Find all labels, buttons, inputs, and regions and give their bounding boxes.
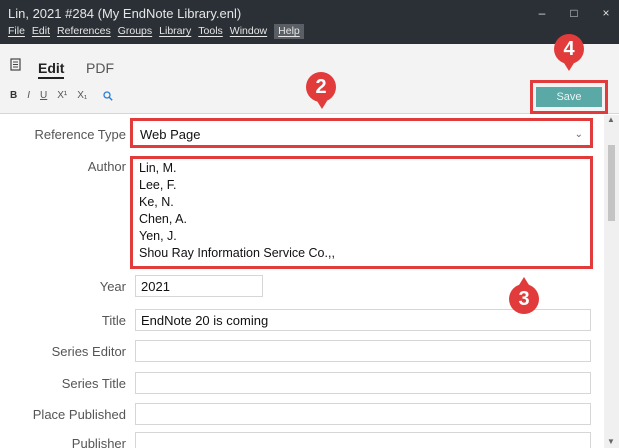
- menu-references[interactable]: References: [57, 24, 115, 39]
- menu-file[interactable]: File: [8, 24, 29, 39]
- menu-bar: File Edit References Groups Library Tool…: [8, 24, 307, 39]
- bold-button[interactable]: B: [10, 90, 17, 101]
- highlight-author: [130, 156, 593, 269]
- reference-type-label: Reference Type: [34, 127, 126, 142]
- menu-library[interactable]: Library: [159, 24, 195, 39]
- annotation-badge-3: 3: [509, 284, 539, 314]
- document-icon: [10, 58, 21, 71]
- subscript-button[interactable]: X₁: [77, 90, 87, 101]
- format-toolbar: B I U X¹ X₁: [10, 90, 113, 101]
- minimize-icon[interactable]: –: [535, 6, 549, 20]
- annotation-pointer-2: [317, 101, 327, 109]
- menu-edit[interactable]: Edit: [32, 24, 54, 39]
- search-icon[interactable]: [103, 90, 113, 101]
- annotation-badge-4: 4: [554, 34, 584, 64]
- maximize-icon[interactable]: □: [567, 6, 581, 20]
- window-title: Lin, 2021 #284 (My EndNote Library.enl): [8, 6, 242, 21]
- annotation-pointer-4: [564, 63, 574, 71]
- year-label: Year: [99, 279, 126, 294]
- series-editor-label: Series Editor: [51, 344, 126, 359]
- title-bar: Lin, 2021 #284 (My EndNote Library.enl) …: [0, 0, 619, 44]
- series-title-field[interactable]: [135, 372, 591, 394]
- publisher-label: Publisher: [71, 436, 126, 448]
- menu-groups[interactable]: Groups: [118, 24, 156, 39]
- highlight-save: [530, 80, 608, 114]
- place-published-field[interactable]: [135, 403, 591, 425]
- title-label: Title: [101, 313, 126, 328]
- highlight-reference-type: [130, 118, 593, 148]
- publisher-field[interactable]: [135, 432, 591, 448]
- menu-help[interactable]: Help: [274, 24, 304, 39]
- vertical-scrollbar[interactable]: ▲ ▼: [604, 115, 619, 448]
- annotation-badge-2: 2: [306, 72, 336, 102]
- menu-tools[interactable]: Tools: [198, 24, 227, 39]
- close-icon[interactable]: ×: [599, 6, 613, 20]
- window-controls: – □ ×: [535, 6, 613, 20]
- year-field[interactable]: 2021: [135, 275, 263, 297]
- series-editor-field[interactable]: [135, 340, 591, 362]
- place-published-label: Place Published: [32, 407, 126, 422]
- author-label: Author: [87, 159, 126, 174]
- tab-pdf[interactable]: PDF: [86, 60, 114, 76]
- italic-button[interactable]: I: [27, 90, 30, 101]
- superscript-button[interactable]: X¹: [57, 90, 67, 101]
- tab-edit[interactable]: Edit: [38, 60, 65, 79]
- series-title-label: Series Title: [61, 376, 126, 391]
- scroll-thumb[interactable]: [608, 145, 615, 221]
- underline-button[interactable]: U: [40, 90, 47, 101]
- annotation-pointer-3: [519, 277, 529, 285]
- scroll-up-icon[interactable]: ▲: [607, 115, 615, 124]
- menu-window[interactable]: Window: [230, 24, 271, 39]
- scroll-down-icon[interactable]: ▼: [607, 437, 615, 446]
